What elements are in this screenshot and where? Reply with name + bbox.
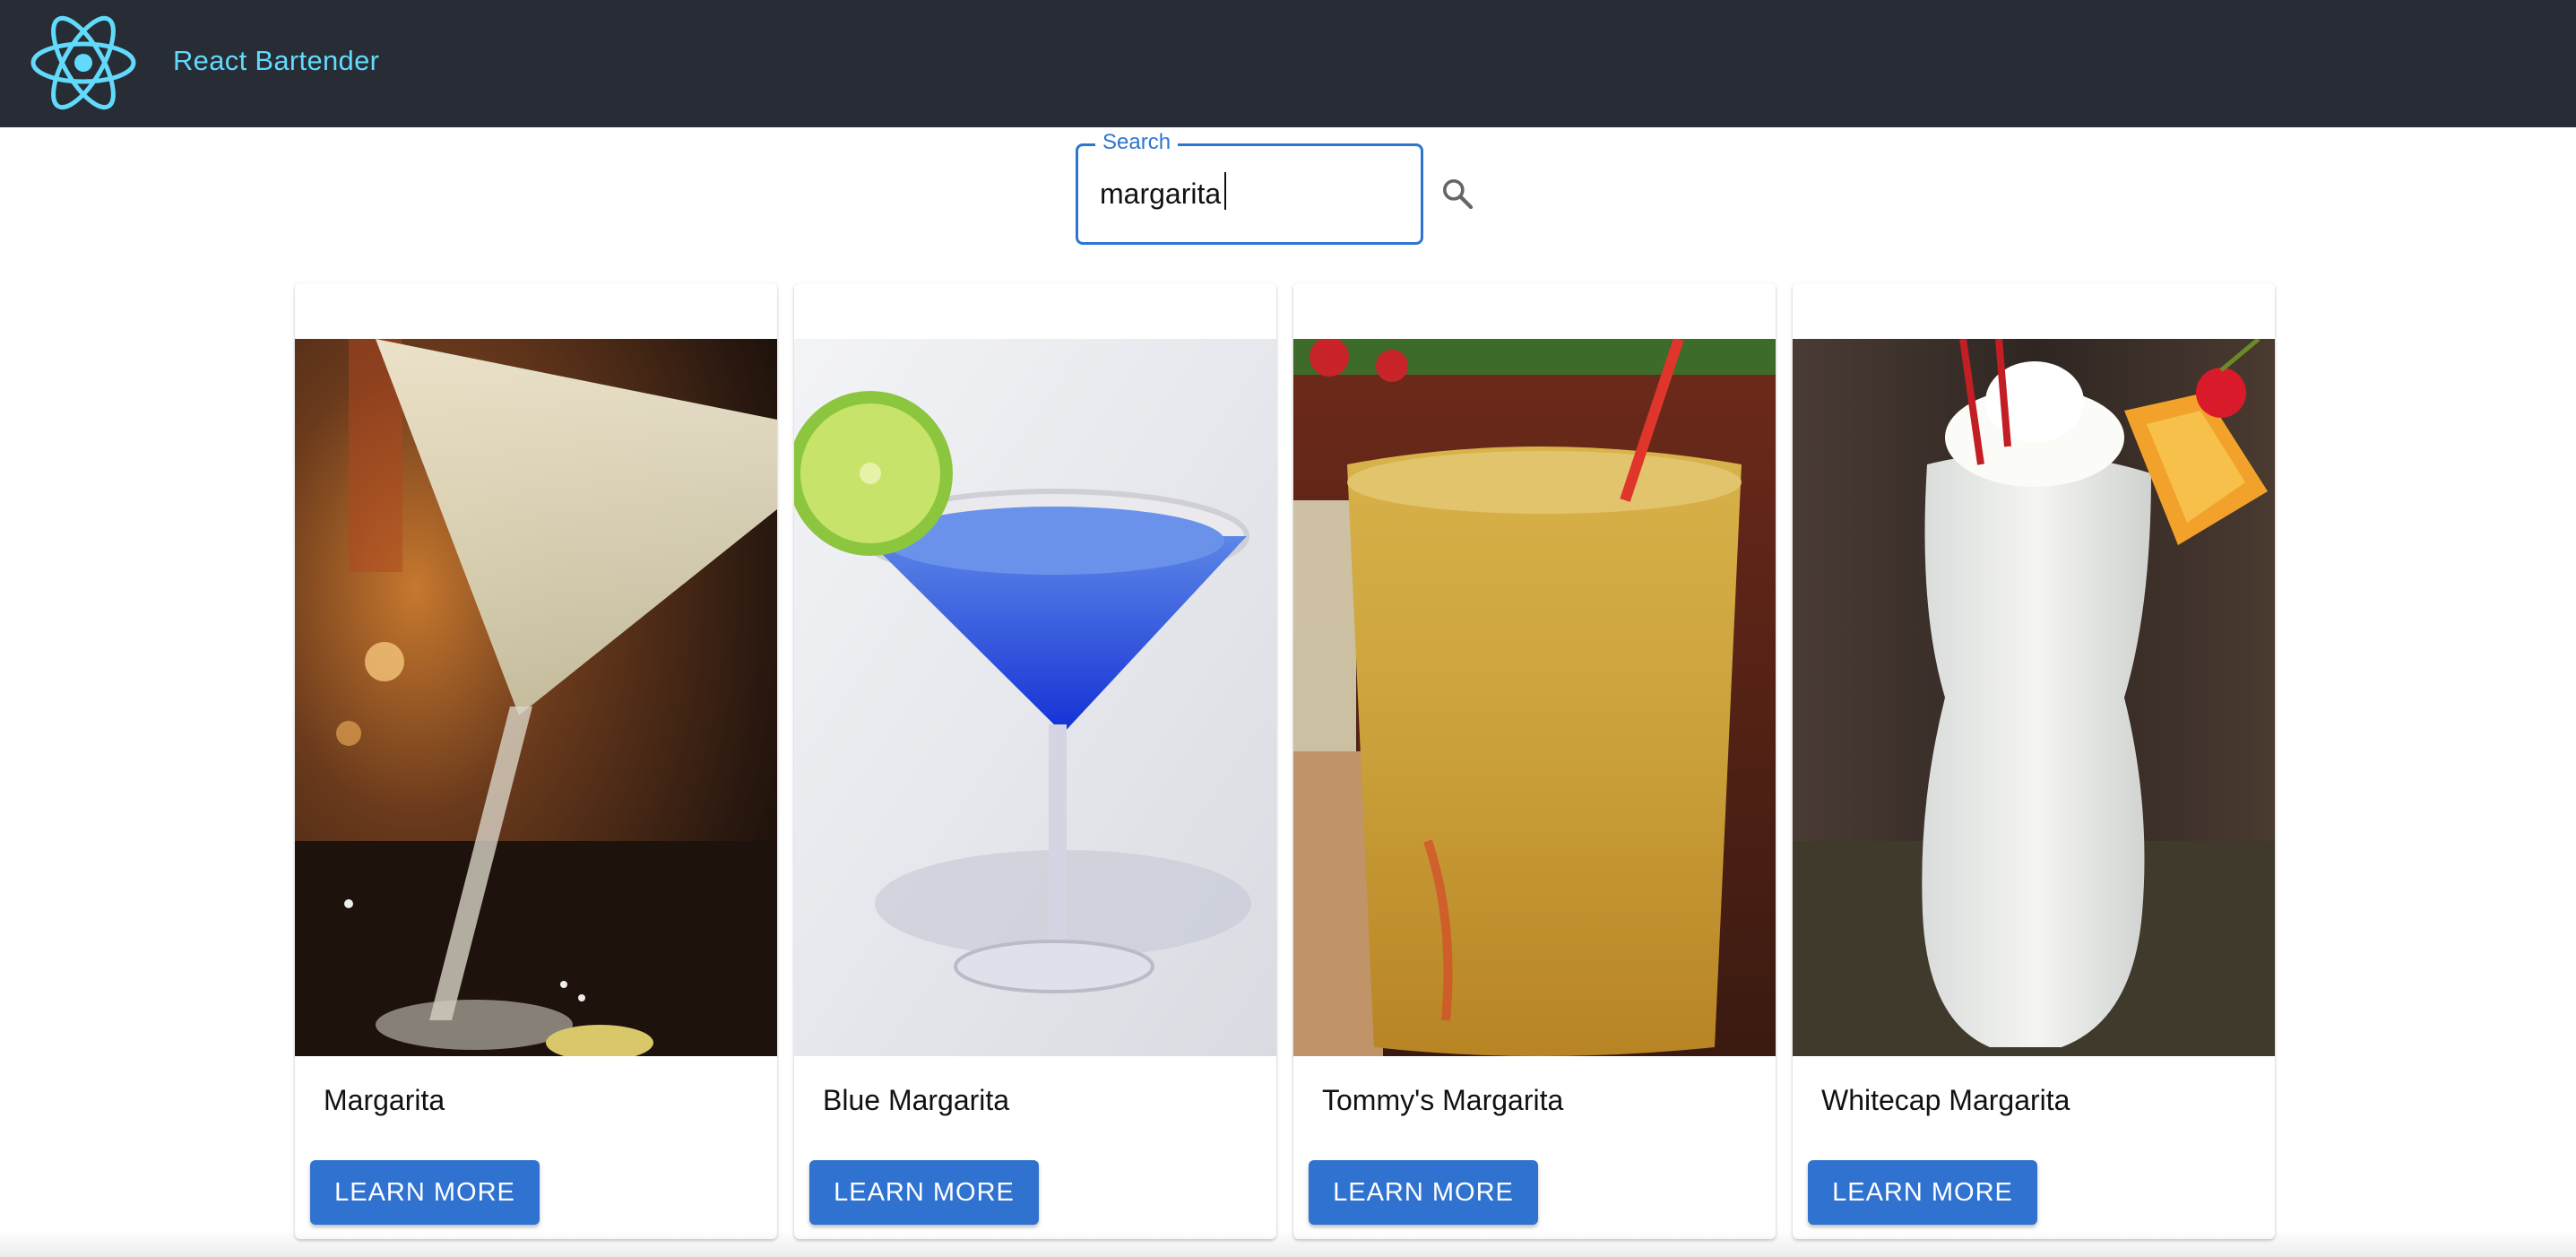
cocktail-image-whitecap-margarita bbox=[1793, 339, 2275, 1056]
cocktail-name: Margarita bbox=[324, 1084, 445, 1116]
search-input[interactable] bbox=[1100, 170, 1396, 217]
search-button[interactable] bbox=[1434, 170, 1481, 217]
cocktail-image-blue-margarita bbox=[794, 339, 1276, 1056]
search-icon bbox=[1443, 179, 1474, 210]
cocktail-card: Blue Margarita LEARN MORE bbox=[794, 283, 1276, 1239]
learn-more-button[interactable]: LEARN MORE bbox=[809, 1160, 1039, 1225]
app-title[interactable]: React Bartender bbox=[173, 45, 379, 77]
cocktail-name: Tommy's Margarita bbox=[1322, 1084, 1564, 1116]
learn-more-button[interactable]: LEARN MORE bbox=[1808, 1160, 2037, 1225]
cocktail-name: Whitecap Margarita bbox=[1821, 1084, 2070, 1116]
cocktail-card: Tommy's Margarita LEARN MORE bbox=[1293, 283, 1776, 1239]
cocktail-image-tommys-margarita bbox=[1293, 339, 1776, 1056]
search-field: Search bbox=[1076, 131, 1423, 245]
text-caret bbox=[1224, 172, 1226, 210]
cocktail-image-margarita bbox=[295, 339, 777, 1056]
cocktail-card: Margarita LEARN MORE bbox=[295, 283, 777, 1239]
cocktail-name: Blue Margarita bbox=[823, 1084, 1010, 1116]
learn-more-button[interactable]: LEARN MORE bbox=[1309, 1160, 1538, 1225]
learn-more-button[interactable]: LEARN MORE bbox=[310, 1160, 540, 1225]
cocktail-grid: Margarita LEARN MORE Blue Margarita LEAR… bbox=[295, 283, 2276, 1243]
app-bar: React Bartender bbox=[0, 0, 2576, 127]
search-field-label: Search bbox=[1095, 131, 1179, 154]
cocktail-card: Whitecap Margarita LEARN MORE bbox=[1793, 283, 2275, 1239]
react-atom-logo-icon[interactable] bbox=[29, 13, 138, 113]
